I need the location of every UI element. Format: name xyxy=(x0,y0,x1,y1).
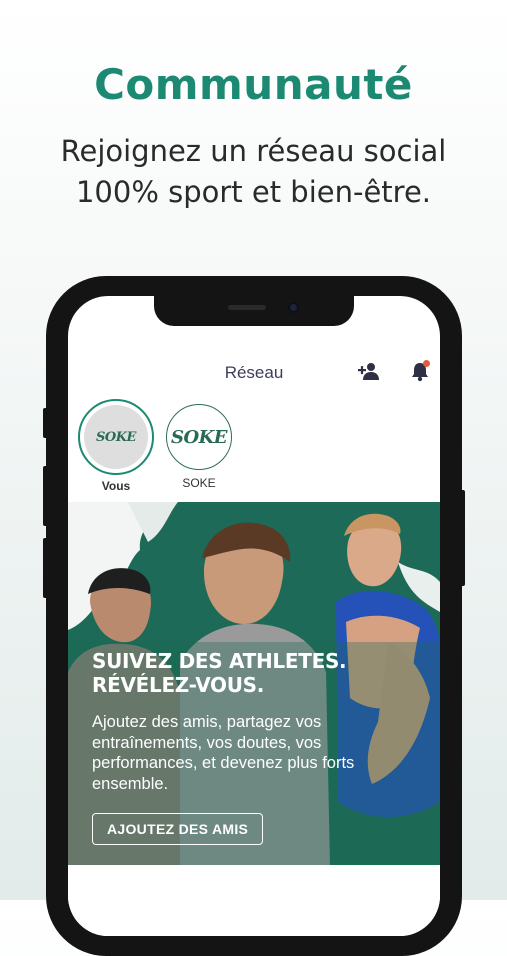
story-label: SOKE xyxy=(182,476,216,490)
side-button xyxy=(43,408,49,438)
hero-subtitle: Rejoignez un réseau social 100% sport et… xyxy=(0,131,507,213)
notch xyxy=(154,296,354,326)
story-you[interactable]: SOKE Vous xyxy=(78,399,154,493)
add-user-icon[interactable] xyxy=(358,362,380,380)
promo-banner: SUIVEZ DES ATHLETES. RÉVÉLEZ-VOUS. Ajout… xyxy=(68,502,440,865)
avatar-image: SOKE xyxy=(84,405,148,469)
soke-logo: SOKE xyxy=(96,429,136,445)
avatar: SOKE xyxy=(78,399,154,475)
camera xyxy=(288,302,299,313)
hero-title: Communauté xyxy=(94,60,413,109)
notification-dot xyxy=(423,360,430,367)
speaker xyxy=(228,305,266,310)
hero-subtitle-line-2: 100% sport et bien-être. xyxy=(75,175,432,209)
side-button xyxy=(459,490,465,586)
side-button xyxy=(43,466,49,526)
add-friends-button[interactable]: AJOUTEZ DES AMIS xyxy=(92,813,264,845)
banner-headline: SUIVEZ DES ATHLETES. RÉVÉLEZ-VOUS. xyxy=(92,649,347,697)
banner-body: Ajoutez des amis, partagez vos entraînem… xyxy=(92,713,355,793)
side-button xyxy=(43,538,49,598)
banner-headline-line-2: RÉVÉLEZ-VOUS. xyxy=(92,673,265,697)
story-label: Vous xyxy=(101,479,131,493)
feed-next-card xyxy=(68,883,440,936)
avatar: SOKE xyxy=(166,404,232,470)
story-soke[interactable]: SOKE SOKE xyxy=(166,399,232,490)
phone-frame: Réseau SOKE Vous SOKE SOKE SUIVEZ DES AT… xyxy=(43,276,465,956)
soke-logo: SOKE xyxy=(170,426,228,448)
bell-icon[interactable] xyxy=(409,360,431,382)
nav-title: Réseau xyxy=(224,363,284,382)
phone-screen: Réseau SOKE Vous SOKE SOKE SUIVEZ DES AT… xyxy=(68,296,440,936)
banner-headline-line-1: SUIVEZ DES ATHLETES. xyxy=(92,649,347,673)
hero-subtitle-line-1: Rejoignez un réseau social xyxy=(60,134,447,168)
